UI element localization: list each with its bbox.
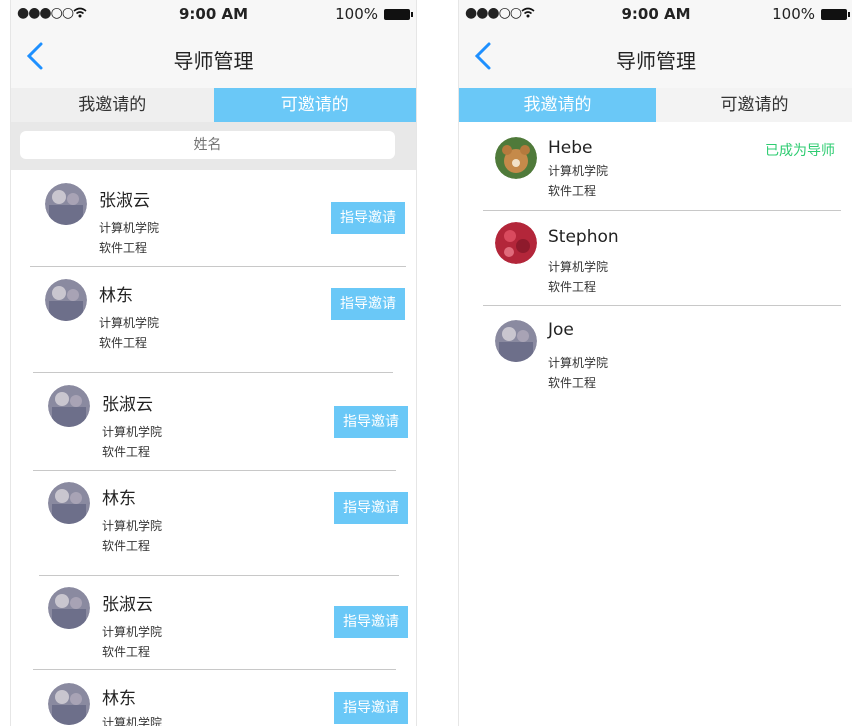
divider — [33, 372, 393, 373]
tutor-major: 软件工程 — [102, 445, 151, 459]
tab-my-invited[interactable]: 我邀请的 — [459, 88, 656, 122]
tab-bar: 我邀请的 可邀请的 — [459, 88, 852, 122]
divider — [30, 266, 406, 267]
tutor-name: 林东 — [102, 489, 136, 509]
status-badge: 已成为导师 — [765, 143, 835, 159]
avatar — [45, 279, 87, 321]
tutor-name: Hebe — [548, 138, 593, 158]
invite-button[interactable]: 指导邀请 — [331, 288, 405, 320]
divider — [483, 305, 841, 306]
avatar-photo — [45, 279, 87, 321]
avatar — [495, 320, 537, 362]
avatar-photo — [45, 183, 87, 225]
avatar — [495, 137, 537, 179]
invite-button[interactable]: 指导邀请 — [334, 492, 408, 524]
search-bar — [11, 122, 416, 170]
invite-button[interactable]: 指导邀请 — [334, 406, 408, 438]
tutor-name: Stephon — [548, 227, 619, 247]
right-phone-screen: ●●●○○ 9:00 AM 100% 导师管理 我邀请的 可邀请的 Hebe 计… — [458, 0, 852, 726]
tutor-college: 计算机学院 — [102, 716, 163, 726]
avatar — [48, 587, 90, 629]
tutor-name: 林东 — [102, 689, 136, 709]
tutor-name: 张淑云 — [99, 191, 150, 211]
nav-bar: 导师管理 — [459, 28, 852, 88]
left-phone-screen: ●●●○○ 9:00 AM 100% 导师管理 我邀请的 可邀请的 张淑云 计算… — [10, 0, 417, 726]
tutor-major: 软件工程 — [102, 645, 151, 659]
battery-icon — [384, 8, 413, 20]
tutor-college: 计算机学院 — [548, 356, 609, 370]
tutor-name: Joe — [548, 320, 574, 340]
invite-button[interactable]: 指导邀请 — [331, 202, 405, 234]
nav-bar: 导师管理 — [11, 28, 416, 88]
page-title: 导师管理 — [616, 49, 696, 73]
tutor-major: 软件工程 — [102, 539, 151, 553]
tutor-major: 软件工程 — [548, 280, 597, 294]
tutor-college: 计算机学院 — [102, 519, 163, 533]
avatar-photo — [48, 683, 90, 725]
tutor-college: 计算机学院 — [548, 260, 609, 274]
tutor-college: 计算机学院 — [99, 316, 160, 330]
divider — [33, 470, 396, 471]
battery-indicator: 100% — [772, 5, 850, 23]
tutor-college: 计算机学院 — [102, 425, 163, 439]
tutor-name: 林东 — [99, 286, 133, 306]
avatar-photo — [48, 385, 90, 427]
avatar — [48, 482, 90, 524]
tutor-major: 软件工程 — [99, 241, 148, 255]
battery-indicator: 100% — [335, 5, 413, 23]
teddy-bear-avatar-photo — [495, 137, 537, 179]
tab-my-invited[interactable]: 我邀请的 — [11, 88, 214, 122]
status-bar: ●●●○○ 9:00 AM 100% — [459, 0, 852, 28]
tutor-major: 软件工程 — [548, 376, 597, 390]
red-flower-avatar-photo — [495, 222, 537, 264]
divider — [39, 575, 399, 576]
tab-bar: 我邀请的 可邀请的 — [11, 88, 416, 122]
divider — [33, 669, 396, 670]
avatar — [495, 222, 537, 264]
tutor-name: 张淑云 — [102, 395, 153, 415]
page-title: 导师管理 — [173, 49, 254, 73]
tutor-name: 张淑云 — [102, 595, 153, 615]
search-input[interactable] — [20, 131, 395, 159]
tutor-major: 软件工程 — [99, 336, 148, 350]
tab-invitable[interactable]: 可邀请的 — [656, 88, 852, 122]
battery-percent: 100% — [772, 5, 815, 23]
battery-percent: 100% — [335, 5, 378, 23]
tutor-college: 计算机学院 — [99, 221, 160, 235]
tab-invitable[interactable]: 可邀请的 — [213, 88, 416, 122]
avatar-photo — [48, 482, 90, 524]
avatar — [48, 683, 90, 725]
avatar-photo — [495, 320, 537, 362]
invite-button[interactable]: 指导邀请 — [334, 692, 408, 724]
tutor-major: 软件工程 — [548, 184, 597, 198]
avatar — [45, 183, 87, 225]
tutor-college: 计算机学院 — [548, 164, 609, 178]
avatar-photo — [48, 587, 90, 629]
divider — [483, 210, 841, 211]
avatar — [48, 385, 90, 427]
tutor-college: 计算机学院 — [102, 625, 163, 639]
status-bar: ●●●○○ 9:00 AM 100% — [11, 0, 416, 28]
invite-button[interactable]: 指导邀请 — [334, 606, 408, 638]
battery-icon — [821, 8, 850, 20]
